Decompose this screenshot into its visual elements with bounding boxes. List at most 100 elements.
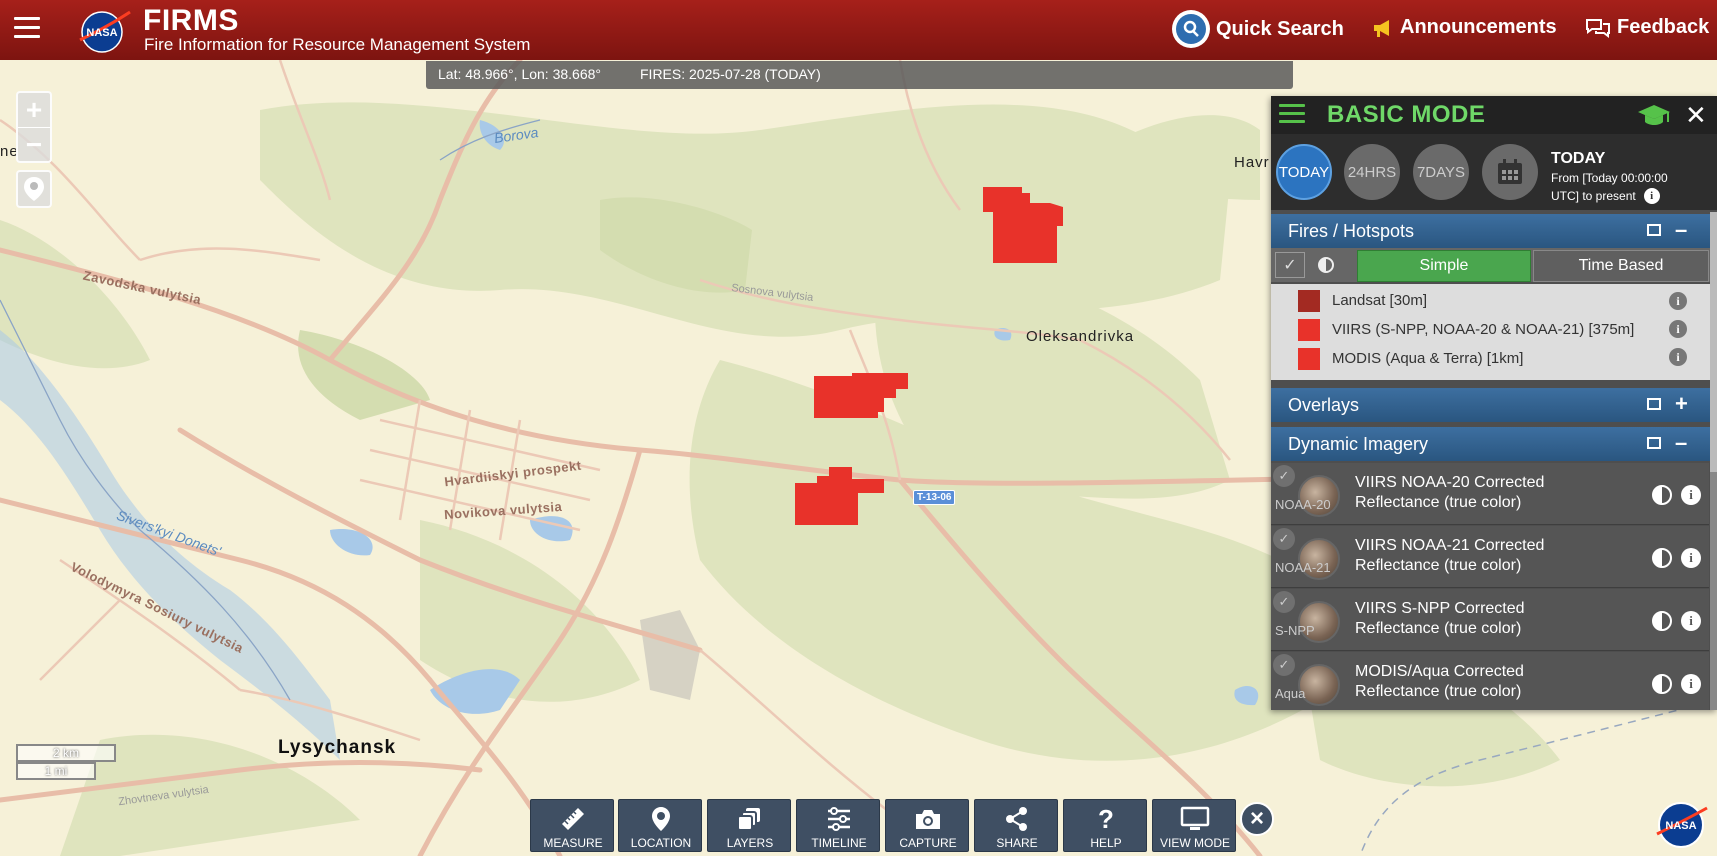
layers-button[interactable]: LAYERS xyxy=(707,799,791,852)
monitor-icon xyxy=(1180,806,1210,830)
undock-icon[interactable] xyxy=(1647,398,1661,410)
contrast-icon[interactable] xyxy=(1311,252,1341,278)
share-icon xyxy=(1006,807,1027,831)
time-24hrs-button[interactable]: 24HRS xyxy=(1344,144,1400,200)
info-icon[interactable]: i xyxy=(1681,674,1701,694)
location-label: LOCATION xyxy=(630,836,692,850)
expand-icon[interactable]: + xyxy=(1675,391,1688,417)
panel-menu-button[interactable] xyxy=(1279,104,1305,128)
layer-checkbox[interactable]: ✓ xyxy=(1273,654,1295,676)
help-label: HELP xyxy=(1090,836,1122,850)
info-icon[interactable]: i xyxy=(1669,320,1687,338)
section-dynamic-imagery[interactable]: Dynamic Imagery – xyxy=(1271,427,1717,461)
camera-icon xyxy=(916,810,940,829)
feedback-button[interactable]: Feedback xyxy=(1585,16,1709,39)
undock-icon[interactable] xyxy=(1647,224,1661,236)
map-label-town: Oleksandrivka xyxy=(1026,328,1135,345)
measure-button[interactable]: MEASURE xyxy=(530,799,614,852)
cursor-coordinates: Lat: 48.966°, Lon: 38.668° xyxy=(438,66,601,82)
svg-text:NASA: NASA xyxy=(1665,820,1696,832)
collapse-icon[interactable]: – xyxy=(1675,217,1687,243)
location-button[interactable]: LOCATION xyxy=(618,799,702,852)
nasa-logo[interactable]: NASA xyxy=(76,6,132,54)
opacity-icon[interactable] xyxy=(1652,611,1672,631)
graduation-cap-icon[interactable] xyxy=(1637,103,1671,132)
layer-title: VIIRS NOAA-21 Corrected Reflectance (true… xyxy=(1355,537,1545,574)
layer-checkbox[interactable]: ✓ xyxy=(1273,528,1295,550)
quick-search-button[interactable]: Quick Search xyxy=(1172,10,1344,48)
time-range-line2: UTC] to present xyxy=(1551,189,1636,203)
satellite-label: NOAA-21 xyxy=(1275,560,1331,575)
checkmark-toggle-button[interactable]: ✓ xyxy=(1275,252,1305,278)
opacity-icon[interactable] xyxy=(1652,674,1672,694)
map-label-town: Havr xyxy=(1234,154,1270,171)
imagery-layer-item[interactable]: ✓ NOAA-20 VIIRS NOAA-20 Corrected Reflect… xyxy=(1271,463,1709,525)
imagery-layer-item[interactable]: ✓ S-NPP VIIRS S-NPP Corrected Reflectance… xyxy=(1271,589,1709,651)
fires-date: FIRES: 2025-07-28 (TODAY) xyxy=(640,66,821,82)
main-menu-button[interactable] xyxy=(14,17,40,39)
info-icon[interactable]: i xyxy=(1669,292,1687,310)
locate-control xyxy=(16,170,52,208)
opacity-icon[interactable] xyxy=(1652,548,1672,568)
map-pin-icon xyxy=(652,807,670,831)
time-range-info: TODAY From [Today 00:00:00 UTC] to prese… xyxy=(1551,150,1668,204)
collapse-icon[interactable]: – xyxy=(1675,430,1687,456)
nasa-logo-corner[interactable]: NASA xyxy=(1655,800,1709,855)
chat-bubbles-icon xyxy=(1586,18,1610,38)
info-icon[interactable]: i xyxy=(1669,348,1687,366)
locate-button[interactable] xyxy=(18,172,50,206)
section-fires-label: Fires / Hotspots xyxy=(1288,221,1415,241)
layer-checkbox[interactable]: ✓ xyxy=(1273,591,1295,613)
sliders-icon xyxy=(828,807,850,831)
section-fires-hotspots[interactable]: Fires / Hotspots – xyxy=(1271,214,1717,248)
measure-label: MEASURE xyxy=(543,836,603,850)
info-icon[interactable]: i xyxy=(1681,548,1701,568)
question-mark-icon: ? xyxy=(1098,804,1114,834)
legend-label: MODIS (Aqua & Terra) [1km] xyxy=(1332,350,1524,367)
feedback-label: Feedback xyxy=(1617,16,1710,38)
undock-icon[interactable] xyxy=(1647,437,1661,449)
section-overlays[interactable]: Overlays + xyxy=(1271,388,1717,422)
info-icon[interactable]: i xyxy=(1681,611,1701,631)
nasa-logo-icon: NASA xyxy=(1656,802,1708,848)
map-label-city: Lysychansk xyxy=(278,737,397,758)
section-overlays-label: Overlays xyxy=(1288,395,1360,415)
opacity-icon[interactable] xyxy=(1652,485,1672,505)
calendar-button[interactable] xyxy=(1482,144,1538,200)
info-icon[interactable]: i xyxy=(1643,188,1660,204)
svg-text:NASA: NASA xyxy=(86,27,117,39)
info-icon[interactable]: i xyxy=(1681,485,1701,505)
capture-button[interactable]: CAPTURE xyxy=(885,799,969,852)
legend-item: Landsat [30m] i xyxy=(1271,286,1717,314)
time-today-button[interactable]: TODAY xyxy=(1276,144,1332,200)
share-label: SHARE xyxy=(996,836,1038,850)
imagery-layer-item[interactable]: ✓ Aqua MODIS/Aqua Corrected Reflectance (… xyxy=(1271,652,1709,710)
time-filter-row: TODAY 24HRS 7DAYS TODAY From [Today 00:0… xyxy=(1271,134,1717,210)
satellite-label: NOAA-20 xyxy=(1275,497,1331,512)
mode-time-based-button[interactable]: Time Based xyxy=(1533,250,1709,282)
share-button[interactable]: SHARE xyxy=(974,799,1058,852)
mode-simple-button[interactable]: Simple xyxy=(1357,250,1531,282)
timeline-button[interactable]: TIMELINE xyxy=(796,799,880,852)
legend-item: VIIRS (S-NPP, NOAA-20 & NOAA-21) [375m] … xyxy=(1271,315,1717,343)
zoom-in-button[interactable]: + xyxy=(18,93,50,127)
panel-close-icon[interactable]: ✕ xyxy=(1685,100,1707,131)
layer-checkbox[interactable]: ✓ xyxy=(1273,465,1295,487)
nasa-logo-icon: NASA xyxy=(79,10,131,53)
announcements-button[interactable]: Announcements xyxy=(1372,16,1557,39)
section-dynamic-label: Dynamic Imagery xyxy=(1288,434,1429,454)
map-pin-icon xyxy=(24,177,44,201)
time-7days-button[interactable]: 7DAYS xyxy=(1413,144,1469,200)
panel-header: BASIC MODE ✕ xyxy=(1271,96,1717,134)
view-mode-button[interactable]: VIEW MODE xyxy=(1152,799,1236,852)
quick-search-label: Quick Search xyxy=(1216,17,1344,40)
toolbar-close-button[interactable]: × xyxy=(1240,802,1274,836)
layer-title: VIIRS NOAA-20 Corrected Reflectance (true… xyxy=(1355,474,1545,511)
view-mode-label: VIEW MODE xyxy=(1159,836,1230,850)
imagery-layer-item[interactable]: ✓ NOAA-21 VIIRS NOAA-21 Corrected Reflect… xyxy=(1271,526,1709,588)
zoom-out-button[interactable]: − xyxy=(18,127,50,161)
help-button[interactable]: ? HELP xyxy=(1063,799,1147,852)
time-range-line1: From [Today 00:00:00 xyxy=(1551,171,1668,185)
panel-scrollbar[interactable] xyxy=(1710,212,1717,710)
app-header: NASA FIRMS Fire Information for Resource… xyxy=(0,0,1717,60)
